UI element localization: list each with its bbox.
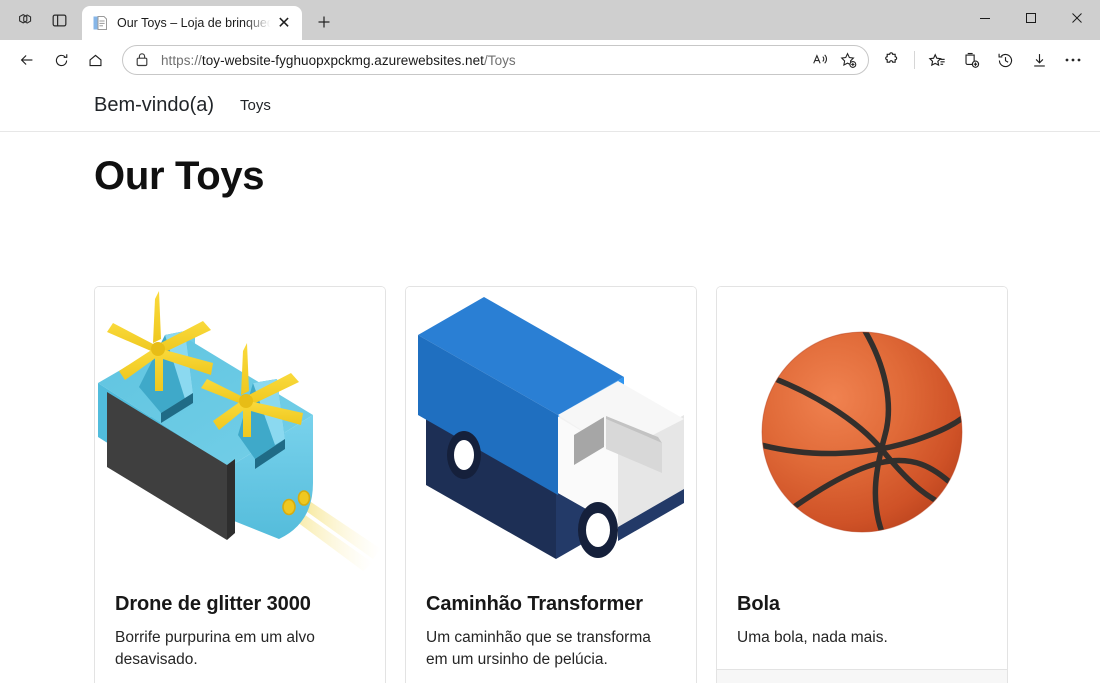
url-path: /Toys: [483, 52, 516, 68]
home-icon[interactable]: [78, 45, 112, 75]
toy-card-grid: Drone de glitter 3000 Borrife purpurina …: [94, 286, 1008, 683]
card-description: Uma bola, nada mais.: [737, 629, 888, 646]
card-description: Um caminhão que se transforma em um ursi…: [426, 629, 651, 669]
card-title: Caminhão Transformer: [426, 593, 643, 615]
downloads-icon[interactable]: [1022, 45, 1056, 75]
card-body: Drone de glitter 3000 Borrife purpurina …: [95, 577, 385, 683]
page-title: Our Toys: [94, 154, 265, 198]
browser-essentials-icon[interactable]: [875, 45, 909, 75]
window-controls: [962, 0, 1100, 36]
basketball-illustration: [717, 287, 1007, 577]
copilot-icon[interactable]: [8, 4, 42, 36]
tab-list-icon[interactable]: [42, 4, 76, 36]
card-body: Caminhão Transformer Um caminhão que se …: [406, 577, 696, 683]
favorites-icon[interactable]: [920, 45, 954, 75]
toolbar-separator: [914, 51, 915, 69]
toy-card[interactable]: Bola Uma bola, nada mais. US$ 20,00: [716, 286, 1008, 683]
navigation-toolbar: https://toy-website-fyghuopxpckmg.azurew…: [0, 40, 1100, 80]
toy-card[interactable]: Caminhão Transformer Um caminhão que se …: [405, 286, 697, 683]
title-bar: Our Toys – Loja de brinquedos ✕: [0, 0, 1100, 40]
page-viewport: Bem-vindo(a) Toys Our Toys Drone de glit…: [0, 80, 1100, 683]
new-tab-button[interactable]: [308, 7, 340, 37]
refresh-icon[interactable]: [44, 45, 78, 75]
read-aloud-icon[interactable]: [806, 47, 834, 73]
site-brand[interactable]: Bem-vindo(a): [94, 94, 214, 117]
collections-icon[interactable]: [954, 45, 988, 75]
address-bar[interactable]: https://toy-website-fyghuopxpckmg.azurew…: [122, 45, 869, 75]
card-title: Bola: [737, 593, 780, 615]
more-options-icon[interactable]: [1056, 45, 1090, 75]
nav-link-toys[interactable]: Toys: [240, 97, 271, 114]
url-text: https://toy-website-fyghuopxpckmg.azurew…: [161, 53, 806, 68]
back-arrow-icon[interactable]: [10, 45, 44, 75]
page-favicon: [92, 15, 108, 31]
card-title: Drone de glitter 3000: [115, 593, 311, 615]
lock-icon: [135, 52, 151, 68]
maximize-button[interactable]: [1008, 0, 1054, 36]
browser-tab[interactable]: Our Toys – Loja de brinquedos ✕: [82, 6, 302, 40]
glitter-drone-illustration: [95, 287, 385, 577]
history-icon[interactable]: [988, 45, 1022, 75]
url-scheme: https://: [161, 52, 202, 68]
tab-title: Our Toys – Loja de brinquedos: [117, 16, 272, 30]
site-navbar: Bem-vindo(a) Toys: [0, 80, 1100, 132]
card-price: US$ 20,00: [717, 669, 1007, 683]
close-window-button[interactable]: [1054, 0, 1100, 36]
minimize-button[interactable]: [962, 0, 1008, 36]
url-domain: toy-website-fyghuopxpckmg.azurewebsites.…: [201, 52, 484, 68]
browser-window: Our Toys – Loja de brinquedos ✕ https://…: [0, 0, 1100, 683]
close-tab-icon[interactable]: ✕: [272, 11, 296, 35]
add-favorite-icon[interactable]: [834, 47, 862, 73]
card-description: Borrife purpurina em um alvo desavisado.: [115, 629, 315, 669]
toy-card[interactable]: Drone de glitter 3000 Borrife purpurina …: [94, 286, 386, 683]
card-body: Bola Uma bola, nada mais.: [717, 577, 1007, 669]
transformer-truck-illustration: [406, 287, 696, 577]
